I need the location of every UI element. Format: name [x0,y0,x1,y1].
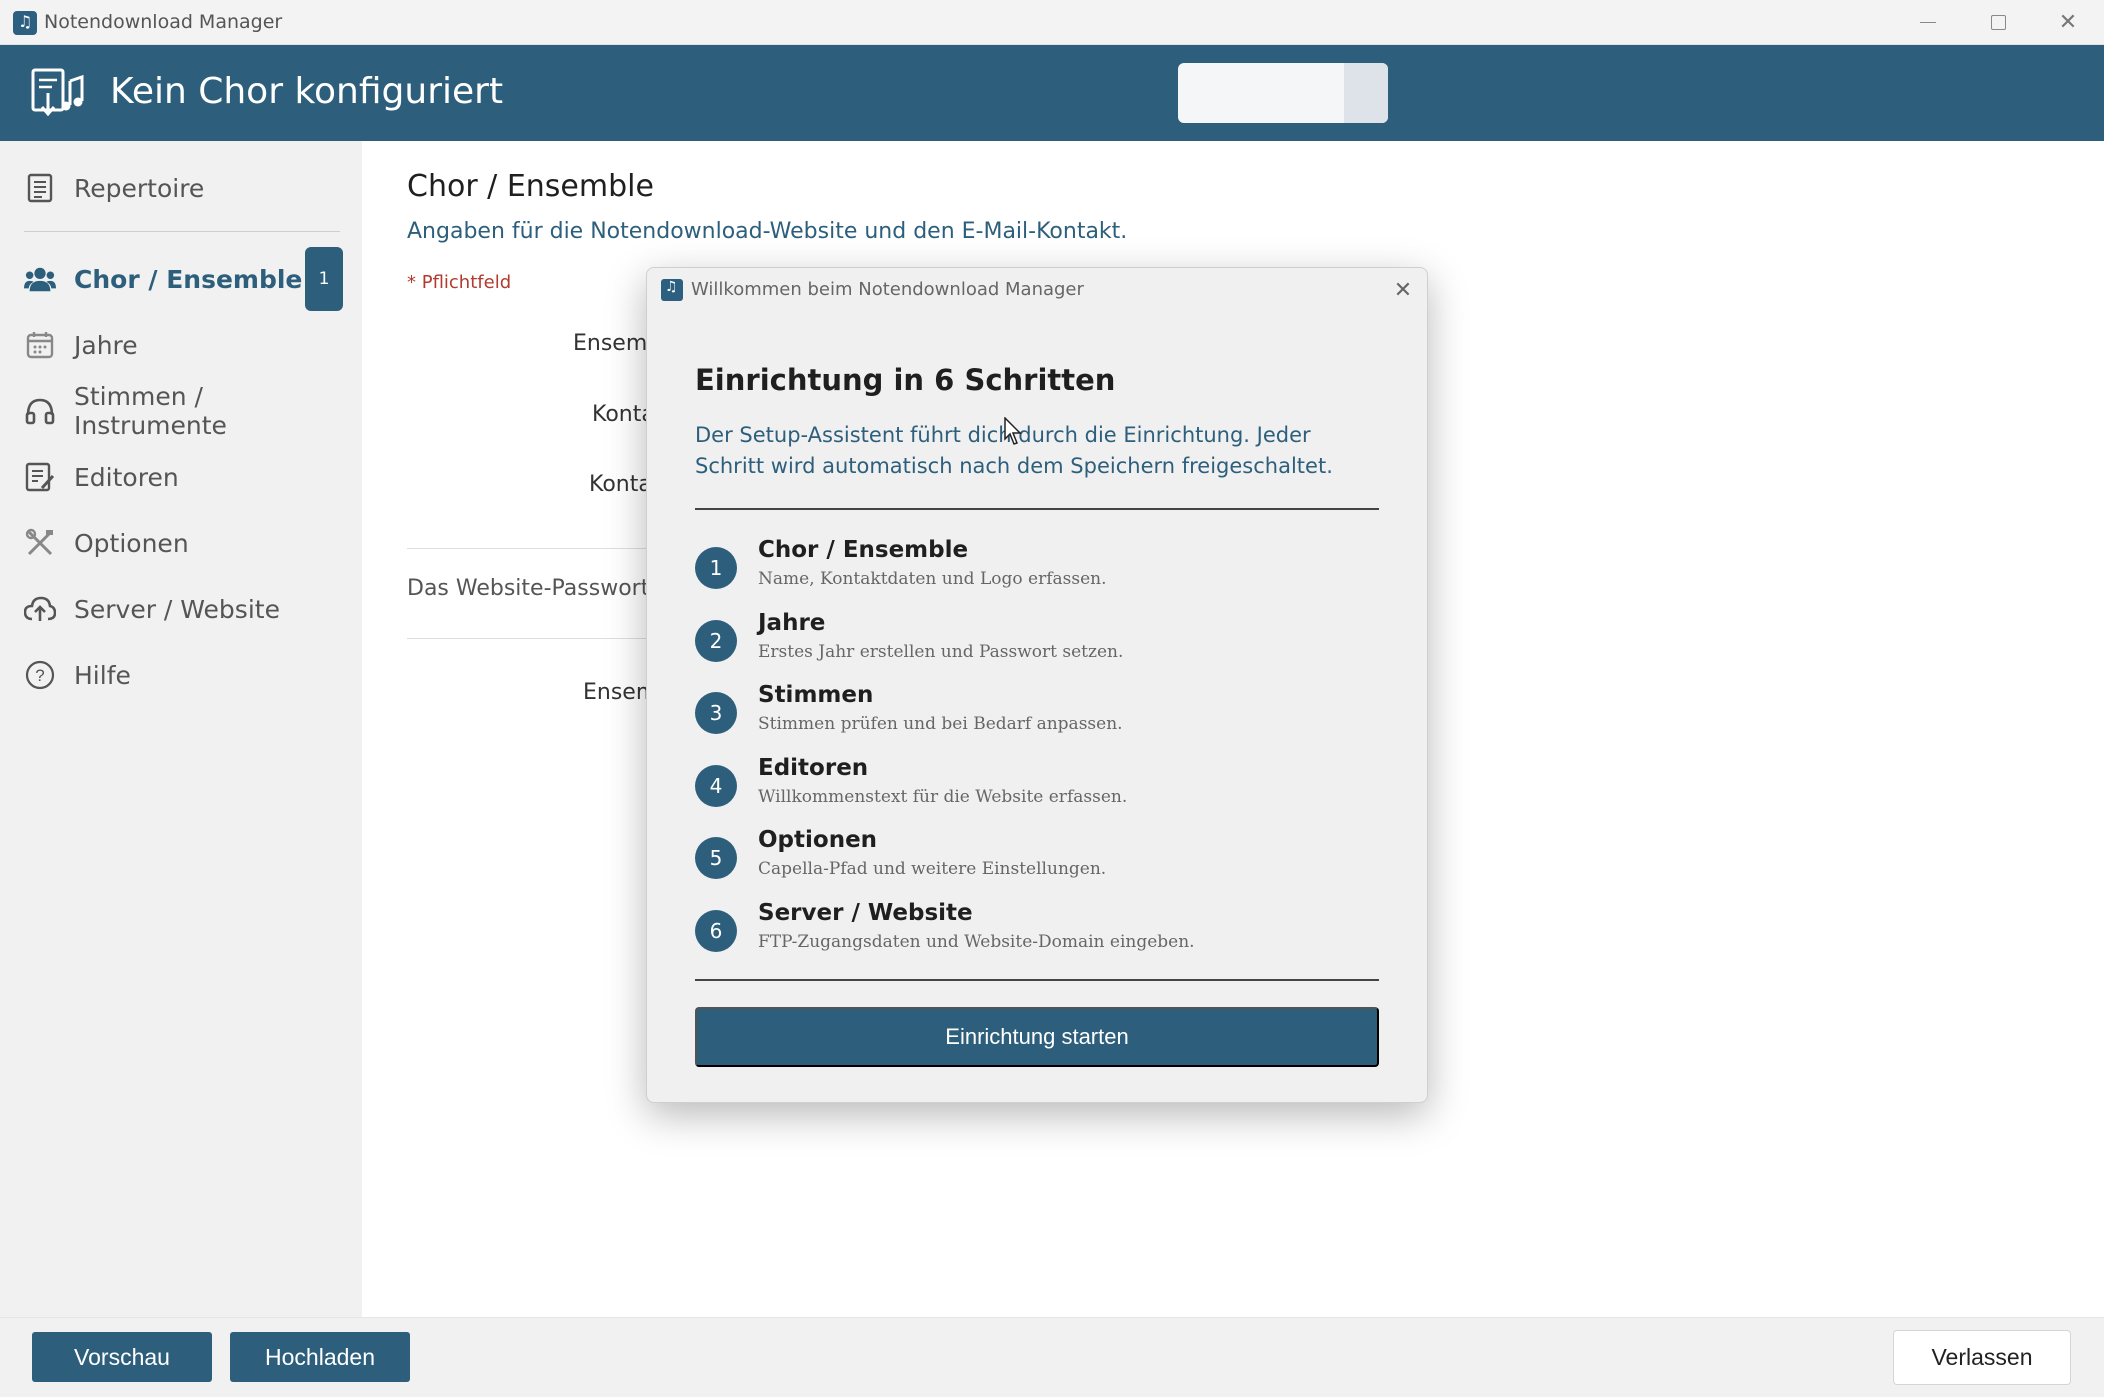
exit-button[interactable]: Verlassen [1893,1330,2071,1385]
sidebar-divider [24,231,340,232]
setup-step: 5 Optionen Capella-Pfad und weitere Eins… [695,827,1379,887]
step-title: Chor / Ensemble [758,537,969,563]
sidebar-item-jahre[interactable]: Jahre [0,315,362,375]
sidebar-item-server-website[interactable]: Server / Website [0,579,362,639]
step-description: Stimmen prüfen und bei Bedarf anpassen. [758,714,1123,734]
step-title: Jahre [758,610,826,636]
step-number: 5 [695,837,737,879]
headphones-icon [24,395,56,427]
dialog-titlebar: Willkommen beim Notendownload Manager ✕ [647,268,1427,312]
sidebar-item-stimmen-instrumente[interactable]: Stimmen / Instrumente [0,381,362,441]
cloud-upload-icon [24,593,56,625]
start-setup-button[interactable]: Einrichtung starten [695,1007,1379,1067]
preview-button[interactable]: Vorschau [32,1332,212,1382]
close-icon: ✕ [2058,10,2078,35]
step-description: Willkommenstext für die Website erfassen… [758,787,1128,807]
step-number: 2 [695,620,737,662]
maximize-button[interactable] [1963,0,2033,45]
dialog-divider [695,979,1379,981]
step-title: Optionen [758,827,878,853]
window-title: Notendownload Manager [44,11,283,33]
header-selector-button[interactable] [1344,63,1388,123]
header-title: Kein Chor konfiguriert [110,71,504,112]
app-icon [661,279,683,301]
app-icon [13,11,37,35]
section-divider [407,638,647,639]
setup-step: 4 Editoren Willkommenstext für die Websi… [695,755,1379,815]
users-icon [24,263,56,295]
step-description: Capella-Pfad und weitere Einstellungen. [758,859,1107,879]
close-icon: ✕ [1393,277,1413,303]
sidebar-item-editoren[interactable]: Editoren [0,447,362,507]
window-titlebar: Notendownload Manager ✕ [0,0,2104,45]
svg-text:?: ? [35,666,44,685]
dialog-divider [695,508,1379,510]
music-download-icon [31,68,84,117]
form-label-kontakt-2: Konta [589,472,652,497]
sidebar: Repertoire Chor / Ensemble 1 Jahre Stimm… [0,141,362,1317]
setup-step: 6 Server / Website FTP-Zugangsdaten und … [695,900,1379,960]
dialog-title: Willkommen beim Notendownload Manager [691,279,1084,300]
sidebar-item-label: Server / Website [74,594,280,624]
header-selector[interactable] [1178,63,1388,123]
close-window-button[interactable]: ✕ [2033,0,2103,45]
sidebar-item-repertoire[interactable]: Repertoire [0,158,362,218]
sidebar-item-label: Hilfe [74,660,131,690]
sidebar-item-label: Repertoire [74,173,205,203]
step-title: Server / Website [758,900,973,926]
password-note: Das Website-Passwort w [407,576,675,601]
step-number: 4 [695,765,737,807]
section-divider [407,548,647,549]
dialog-close-button[interactable]: ✕ [1387,274,1419,306]
step-description: Name, Kontaktdaten und Logo erfassen. [758,569,1107,589]
page-title: Chor / Ensemble [407,169,654,204]
required-field-note: * Pflichtfeld [407,272,512,293]
help-circle-icon: ? [24,659,56,691]
step-number: 3 [695,692,737,734]
dialog-heading: Einrichtung in 6 Schritten [695,363,1116,397]
edit-document-icon [24,461,56,493]
calendar-icon [24,329,56,361]
step-description: FTP-Zugangsdaten und Website-Domain eing… [758,932,1195,952]
setup-step: 2 Jahre Erstes Jahr erstellen und Passwo… [695,610,1379,670]
sidebar-item-label: Optionen [74,528,189,558]
step-number: 1 [695,547,737,589]
step-number: 6 [695,910,737,952]
sidebar-item-hilfe[interactable]: ? Hilfe [0,645,362,705]
footer-bar: Vorschau Hochladen Verlassen [0,1317,2104,1397]
dialog-description: Der Setup-Assistent führt dich durch die… [695,423,1333,478]
maximize-icon [1990,15,2006,30]
upload-button[interactable]: Hochladen [230,1332,410,1382]
step-title: Editoren [758,755,869,781]
page-subtitle: Angaben für die Notendownload-Website un… [407,219,1128,244]
minimize-button[interactable] [1893,0,1963,45]
sidebar-item-chor-ensemble[interactable]: Chor / Ensemble 1 [0,247,362,311]
minimize-icon [1920,21,1936,24]
step-badge: 1 [305,247,343,311]
sidebar-item-label: Chor / Ensemble [74,264,303,294]
tools-icon [24,527,56,559]
sidebar-item-label: Jahre [74,330,138,360]
welcome-dialog: Willkommen beim Notendownload Manager ✕ … [646,267,1428,1103]
sidebar-item-optionen[interactable]: Optionen [0,513,362,573]
step-description: Erstes Jahr erstellen und Passwort setze… [758,642,1124,662]
mouse-cursor-icon [1004,417,1022,445]
sidebar-item-label: Stimmen / Instrumente [74,382,227,440]
document-list-icon [24,172,56,204]
app-header: Kein Chor konfiguriert [0,45,2104,141]
setup-step: 3 Stimmen Stimmen prüfen und bei Bedarf … [695,682,1379,742]
sidebar-item-label: Editoren [74,462,179,492]
setup-step: 1 Chor / Ensemble Name, Kontaktdaten und… [695,537,1379,597]
step-title: Stimmen [758,682,874,708]
